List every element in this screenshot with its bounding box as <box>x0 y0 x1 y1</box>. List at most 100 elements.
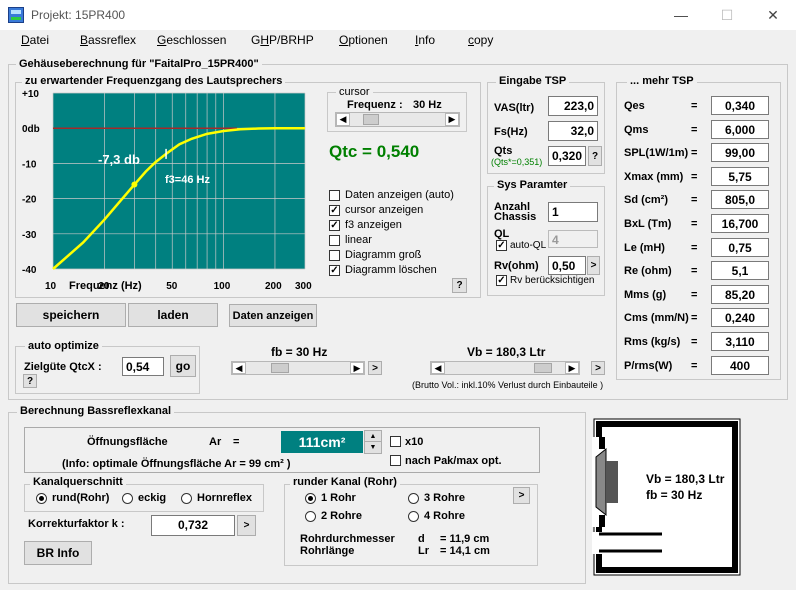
option-label: linear <box>345 234 372 246</box>
maximize-button[interactable]: ☐ <box>704 0 750 30</box>
cursor-slider-thumb[interactable] <box>362 114 379 125</box>
tsp-input[interactable]: 85,20 <box>711 284 769 304</box>
kanalquerschnitt-radio[interactable] <box>36 493 47 504</box>
vb-slider-thumb[interactable] <box>534 363 553 373</box>
area-spinner[interactable]: ▲ ▼ <box>364 430 382 454</box>
rohr-count-radio[interactable] <box>408 493 419 504</box>
x-tick-label: 10 <box>45 281 57 292</box>
scroll-left-arrow-icon[interactable]: ◀ <box>336 113 350 126</box>
zielguete-input[interactable]: 0,54 <box>122 357 164 376</box>
tsp-input[interactable]: 400 <box>711 355 769 375</box>
scroll-right-arrow-icon[interactable]: ▶ <box>350 362 364 374</box>
rv-arrow-button[interactable]: > <box>587 256 600 275</box>
menu-optionen[interactable]: Optionen <box>339 33 388 47</box>
laden-button[interactable]: laden <box>128 303 218 327</box>
menu-info[interactable]: Info <box>415 33 435 47</box>
option-label: Diagramm löschen <box>345 264 437 276</box>
korrekturfaktor-arrow-button[interactable]: > <box>237 515 256 536</box>
tsp-equals: = <box>691 218 698 230</box>
tsp-input[interactable]: 5,75 <box>711 166 769 186</box>
vas-input[interactable]: 223,0 <box>548 96 598 116</box>
tsp-input[interactable]: 16,700 <box>711 214 769 233</box>
korrekturfaktor-label: Korrekturfaktor k : <box>28 518 125 530</box>
auto-optimize-help-button[interactable]: ? <box>23 374 37 388</box>
chart-help-button[interactable]: ? <box>452 278 467 293</box>
rohr-count-radio[interactable] <box>305 493 316 504</box>
tsp-input[interactable]: 0,340 <box>711 96 769 115</box>
tsp-equals: = <box>691 312 698 325</box>
rohr-count-label: 3 Rohre <box>424 492 465 504</box>
scroll-right-arrow-icon[interactable]: ▶ <box>565 362 579 374</box>
scroll-left-arrow-icon[interactable]: ◀ <box>232 362 246 374</box>
speichern-button[interactable]: speichern <box>16 303 126 327</box>
rv-checkbox[interactable]: ✓ <box>496 275 507 286</box>
fb-slider[interactable]: ◀ ▶ <box>231 361 365 375</box>
close-button[interactable]: ✕ <box>750 0 796 30</box>
menu-datei[interactable]: Datei <box>21 33 49 47</box>
kanalquerschnitt-legend: Kanalquerschnitt <box>30 476 126 488</box>
rv-input[interactable]: 0,50 <box>548 256 586 275</box>
tsp-input[interactable]: 6,000 <box>711 119 769 139</box>
qts-help-button[interactable]: ? <box>588 146 602 166</box>
tsp-equals: = <box>691 241 698 254</box>
tsp-input[interactable]: 99,00 <box>711 143 769 163</box>
menu-ghp-brhp[interactable]: GHP/BRHP <box>251 33 314 47</box>
tsp-input[interactable]: 805,0 <box>711 190 769 210</box>
option-checkbox[interactable]: ✓ <box>329 205 340 216</box>
ar-label: Ar <box>209 436 222 448</box>
fs-input[interactable]: 32,0 <box>548 121 598 141</box>
korrekturfaktor-input[interactable]: 0,732 <box>151 515 235 536</box>
fb-arrow-button[interactable]: > <box>368 361 382 375</box>
cursor-slider[interactable]: ◀ ▶ <box>335 112 460 127</box>
ql-label: QL <box>494 228 510 240</box>
window-title: Projekt: 15PR400 <box>31 8 126 22</box>
scroll-left-arrow-icon[interactable]: ◀ <box>431 362 445 374</box>
qts-input[interactable]: 0,320 <box>548 146 586 166</box>
y-tick-label: 0db <box>22 124 40 135</box>
anzahl-chassis-input[interactable]: 1 <box>548 202 598 222</box>
tsp-equals: = <box>691 194 698 207</box>
tsp-label: Sd (cm²) <box>624 194 668 207</box>
runder-kanal-arrow-button[interactable]: > <box>513 487 530 504</box>
rohr-count-radio[interactable] <box>408 511 419 522</box>
daten-anzeigen-button[interactable]: Daten anzeigen <box>229 304 317 327</box>
menu-geschlossen[interactable]: Geschlossen <box>157 33 226 47</box>
spin-up-icon[interactable]: ▲ <box>365 431 381 442</box>
qts-note: (Qts*=0,351) <box>491 157 543 167</box>
curve-db-label: -7,3 db <box>98 152 140 167</box>
tsp-label: Mms (g) <box>624 288 667 301</box>
option-checkbox[interactable] <box>329 190 340 201</box>
tsp-input[interactable]: 5,1 <box>711 261 769 281</box>
kanalquerschnitt-radio[interactable] <box>122 493 133 504</box>
vb-slider[interactable]: ◀ ▶ <box>430 361 580 375</box>
go-button[interactable]: go <box>170 355 196 377</box>
tsp-equals: = <box>691 336 698 348</box>
option-checkbox[interactable]: ✓ <box>329 265 340 276</box>
tsp-equals: = <box>691 359 698 372</box>
box-vb-label: Vb = 180,3 Ltr <box>646 472 725 486</box>
menu-copy[interactable]: copy <box>468 33 493 47</box>
y-tick-label: -10 <box>22 159 37 170</box>
kanalquerschnitt-radio[interactable] <box>181 493 192 504</box>
rohrdurchmesser-label: Rohrdurchmesser <box>300 533 395 545</box>
option-checkbox[interactable]: ✓ <box>329 220 340 231</box>
tsp-input[interactable]: 0,75 <box>711 237 769 257</box>
option-checkbox[interactable] <box>329 235 340 246</box>
pak-label: nach Pak/max opt. <box>405 455 502 467</box>
fb-slider-thumb[interactable] <box>270 363 289 373</box>
rohr-count-radio[interactable] <box>305 511 316 522</box>
option-checkbox[interactable] <box>329 250 340 261</box>
vb-arrow-button[interactable]: > <box>591 361 605 375</box>
spin-down-icon[interactable]: ▼ <box>365 442 381 453</box>
ql-input[interactable]: 4 <box>548 230 598 248</box>
x10-checkbox[interactable] <box>390 436 401 447</box>
pak-checkbox[interactable] <box>390 455 401 466</box>
scroll-right-arrow-icon[interactable]: ▶ <box>445 113 459 126</box>
br-info-button[interactable]: BR Info <box>24 541 92 565</box>
minimize-button[interactable]: — <box>658 0 704 30</box>
tsp-input[interactable]: 3,110 <box>711 332 769 351</box>
y-tick-label: -40 <box>22 265 37 276</box>
tsp-input[interactable]: 0,240 <box>711 308 769 328</box>
auto-ql-checkbox[interactable]: ✓ <box>496 240 507 251</box>
menu-bassreflex[interactable]: Bassreflex <box>80 33 136 47</box>
